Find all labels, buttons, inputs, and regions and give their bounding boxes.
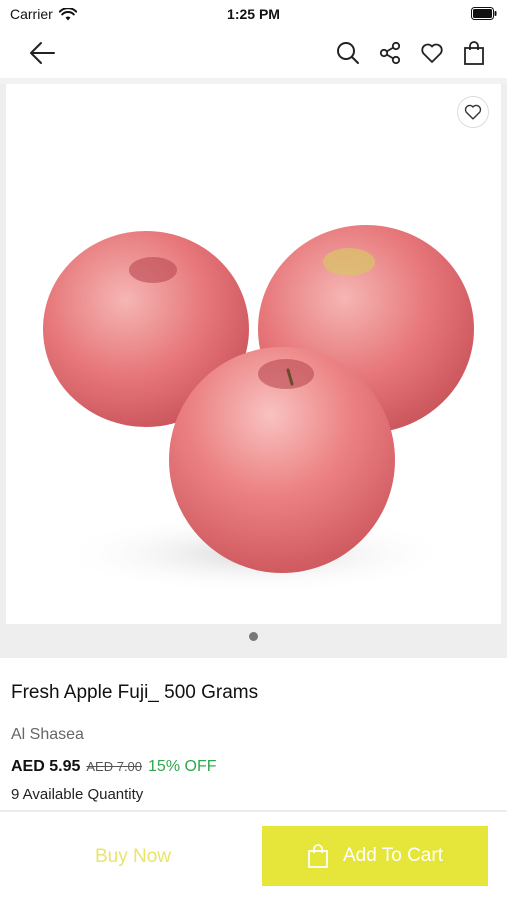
- add-to-cart-label: Add To Cart: [343, 845, 443, 866]
- shopping-bag-icon: [308, 844, 328, 868]
- apples-illustration: [43, 225, 474, 594]
- gallery-pagination: [0, 632, 507, 641]
- image-wishlist-button[interactable]: [457, 96, 489, 128]
- nav-actions: [335, 40, 487, 66]
- heart-icon: [464, 104, 482, 120]
- share-button[interactable]: [377, 40, 403, 66]
- product-title: Fresh Apple Fuji_ 500 Grams: [11, 682, 259, 703]
- battery-icon: [471, 7, 497, 20]
- search-button[interactable]: [335, 40, 361, 66]
- wishlist-button[interactable]: [419, 40, 445, 66]
- price-row: AED 5.95 AED 7.00 15% OFF: [11, 758, 217, 776]
- product-brand[interactable]: Al Shasea: [11, 726, 84, 744]
- discount-badge: 15% OFF: [148, 758, 217, 775]
- shopping-bag-icon: [464, 41, 484, 65]
- available-quantity: 9 Available Quantity: [11, 786, 144, 803]
- original-price: AED 7.00: [86, 759, 143, 774]
- product-info: Fresh Apple Fuji_ 500 Grams Al Shasea AE…: [0, 658, 507, 810]
- search-icon: [337, 42, 359, 64]
- product-image-gallery[interactable]: [0, 84, 507, 658]
- share-icon: [379, 41, 401, 65]
- add-to-cart-button[interactable]: Add To Cart: [262, 826, 488, 886]
- buy-now-button[interactable]: Buy Now: [20, 828, 246, 885]
- top-nav-bar: [0, 28, 507, 78]
- bottom-action-bar: Buy Now Add To Cart: [0, 812, 507, 900]
- cart-button[interactable]: [461, 40, 487, 66]
- status-time: 1:25 PM: [227, 6, 280, 22]
- back-arrow-icon[interactable]: [28, 40, 56, 66]
- product-image[interactable]: [6, 84, 501, 624]
- current-price: AED 5.95: [11, 758, 81, 775]
- heart-icon: [421, 43, 443, 63]
- status-bar: Carrier 1:25 PM: [0, 0, 507, 28]
- pagination-dot-active[interactable]: [249, 632, 258, 641]
